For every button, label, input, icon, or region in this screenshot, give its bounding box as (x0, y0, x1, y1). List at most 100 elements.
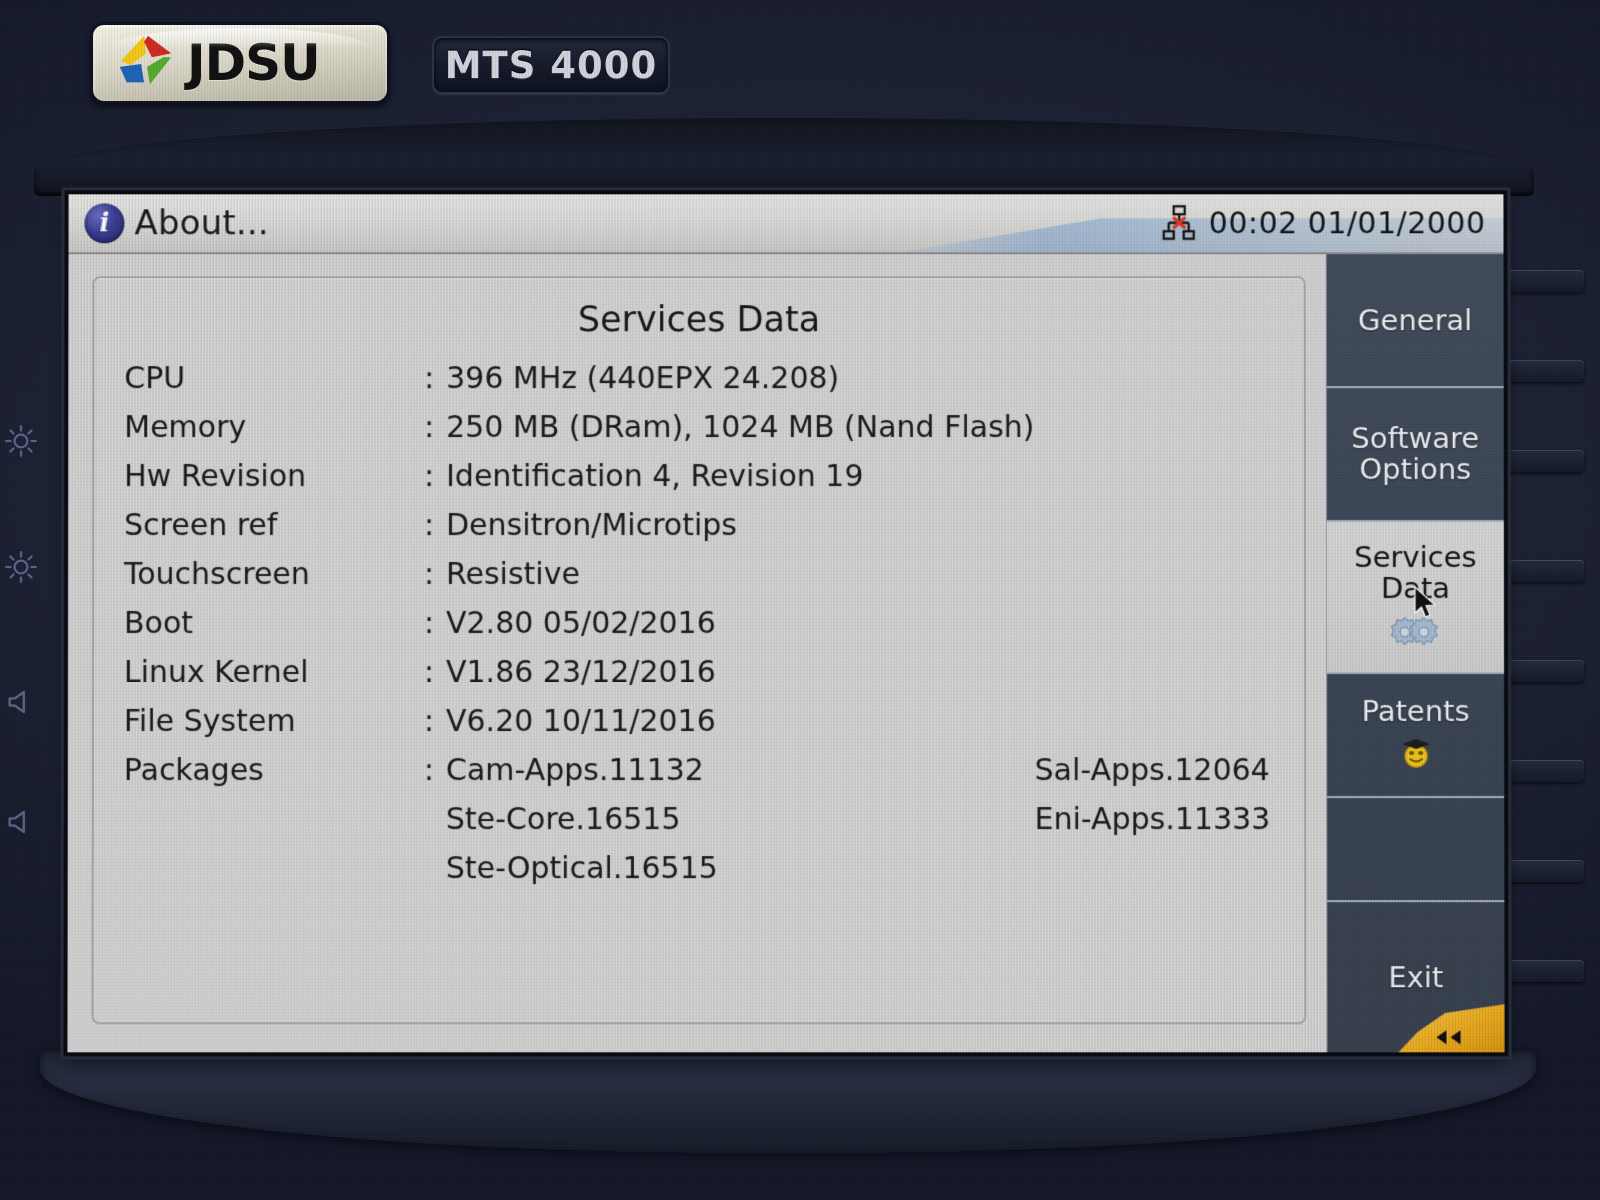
bezel-bottom (40, 1048, 1536, 1153)
row-value: : Densitron/Microtips (424, 501, 1034, 550)
bezel-softkey-4[interactable] (1500, 560, 1584, 582)
row-value-2 (1034, 452, 1273, 501)
graduate-smiley-icon (1396, 732, 1436, 774)
table-row: Screen ref : Densitron/Microtips (124, 501, 1274, 550)
row-value: : V1.86 23/12/2016 (424, 648, 1035, 697)
back-icon (1430, 1028, 1464, 1046)
row-label: File System (123, 704, 296, 740)
panel-title: Services Data (577, 300, 821, 341)
row-value: Ste-Optical.16515 (424, 844, 1035, 893)
row-value-2 (1034, 501, 1273, 550)
row-value-text: Densitron/Microtips (446, 508, 737, 544)
table-row: CPU :396 MHz (440EPX 24.208) (124, 354, 1274, 403)
sidebar-menu: General Software Options Services Data P… (1325, 254, 1505, 1053)
row-value-text: Ste-Optical.16515 (445, 851, 718, 887)
sidebar-item-label-line2: Options (1359, 452, 1472, 487)
row-separator: : (423, 655, 435, 691)
row-value: : Cam-Apps.11132 (424, 746, 1035, 795)
row-value-text: Resistive (446, 557, 580, 593)
sidebar-item-label: Exit (1388, 959, 1444, 994)
bezel-softkey-1[interactable] (1500, 270, 1584, 292)
services-data-panel: Services Data CPU :396 MHz (440EPX 24.20… (91, 276, 1307, 1025)
row-value: : Resistive (424, 550, 1034, 599)
row-value-text: 396 MHz (440EPX 24.208) (446, 361, 840, 397)
model-label: MTS 4000 (444, 43, 658, 87)
row-value: : V2.80 05/02/2016 (424, 599, 1035, 648)
row-separator: : (424, 361, 435, 397)
status-clock: 00:02 01/01/2000 (1208, 205, 1486, 241)
network-disconnected-icon[interactable] (1157, 201, 1201, 245)
content-area: Services Data CPU :396 MHz (440EPX 24.20… (67, 254, 1326, 1052)
sidebar-item-label: Patents (1361, 693, 1470, 728)
bezel-softkey-7[interactable] (1500, 860, 1584, 882)
page-title: About... (134, 203, 269, 244)
volume-down-icon[interactable] (4, 805, 38, 839)
bezel-softkey-8[interactable] (1500, 960, 1584, 982)
sidebar-item-software-options[interactable]: Software Options (1326, 388, 1504, 523)
row-label (124, 795, 424, 844)
jdsu-wordmark: JDSU (187, 34, 321, 92)
row-value-2 (1035, 844, 1275, 893)
row-label: Touchscreen (124, 557, 310, 593)
brightness-up-icon[interactable] (4, 424, 38, 458)
sidebar-item-empty[interactable] (1327, 798, 1505, 903)
row-value-2 (1034, 354, 1273, 403)
table-row: Memory :250 MB (DRam), 1024 MB (Nand Fla… (124, 403, 1274, 452)
row-value-text: Cam-Apps.11132 (445, 753, 704, 789)
row-label: CPU (124, 361, 186, 397)
row-value-text: V6.20 10/11/2016 (445, 704, 716, 740)
row-label: Boot (123, 606, 194, 642)
back-button[interactable] (1398, 1004, 1504, 1052)
sidebar-item-general[interactable]: General (1326, 254, 1504, 389)
model-plate: MTS 4000 (432, 36, 670, 94)
sidebar-item-exit[interactable]: Exit (1327, 902, 1504, 1052)
row-label: Packages (123, 753, 264, 789)
table-row: Packages : Cam-Apps.11132 Sal-Apps.12064 (124, 746, 1274, 795)
bezel-softkey-3[interactable] (1500, 450, 1584, 472)
table-row: Hw Revision : Identification 4, Revision … (124, 452, 1274, 501)
mouse-cursor (1413, 586, 1439, 620)
row-separator: : (424, 410, 435, 446)
row-value-2 (1035, 599, 1275, 648)
table-row: Linux Kernel : V1.86 23/12/2016 (124, 648, 1274, 697)
services-data-table: CPU :396 MHz (440EPX 24.208) Memory :250… (124, 354, 1275, 893)
table-row: Ste-Core.16515 Eni-Apps.11333 (124, 795, 1274, 844)
row-value: : Identification 4, Revision 19 (424, 452, 1034, 501)
row-value: : V6.20 10/11/2016 (424, 697, 1035, 746)
row-label: Hw Revision (124, 459, 307, 495)
row-separator: : (423, 606, 435, 642)
sidebar-item-services-data[interactable]: Services Data (1326, 522, 1505, 675)
row-value-text: Identification 4, Revision 19 (446, 459, 864, 495)
device-body: JDSU MTS 4000 i About... 00:02 01/01/200… (0, 0, 1600, 1200)
row-separator: : (424, 557, 435, 593)
sidebar-item-patents[interactable]: Patents (1327, 674, 1505, 799)
row-value: :396 MHz (440EPX 24.208) (424, 354, 1034, 403)
sidebar-item-label-line1: Software (1351, 421, 1480, 456)
brightness-down-icon[interactable] (4, 550, 38, 584)
table-row: Touchscreen : Resistive (124, 550, 1274, 599)
row-label: Screen ref (124, 508, 278, 544)
row-separator: : (423, 753, 435, 789)
bezel-softkey-2[interactable] (1500, 360, 1584, 382)
info-icon: i (84, 203, 125, 244)
sidebar-item-label-line1: Services (1354, 540, 1477, 575)
lcd-body: Services Data CPU :396 MHz (440EPX 24.20… (67, 254, 1505, 1053)
row-value-2 (1035, 648, 1275, 697)
row-value-2 (1034, 550, 1273, 599)
row-value-text: Ste-Core.16515 (445, 802, 681, 838)
sidebar-item-label: General (1358, 302, 1473, 337)
jdsu-logo-icon (115, 32, 177, 94)
jdsu-logo-plate: JDSU (90, 22, 390, 104)
row-value: Ste-Core.16515 (424, 795, 1035, 844)
row-value-2: Eni-Apps.11333 (1034, 802, 1271, 838)
table-row: File System : V6.20 10/11/2016 (124, 697, 1274, 746)
row-value-2 (1034, 403, 1273, 452)
table-row: Boot : V2.80 05/02/2016 (124, 599, 1274, 648)
volume-up-icon[interactable] (4, 685, 38, 719)
row-value-2: Sal-Apps.12064 (1034, 753, 1270, 789)
bezel-softkey-6[interactable] (1500, 760, 1584, 782)
window-titlebar: i About... 00:02 01/01/2000 (68, 194, 1504, 255)
row-value-2 (1035, 697, 1275, 746)
row-label (124, 844, 424, 893)
bezel-softkey-5[interactable] (1500, 660, 1584, 682)
